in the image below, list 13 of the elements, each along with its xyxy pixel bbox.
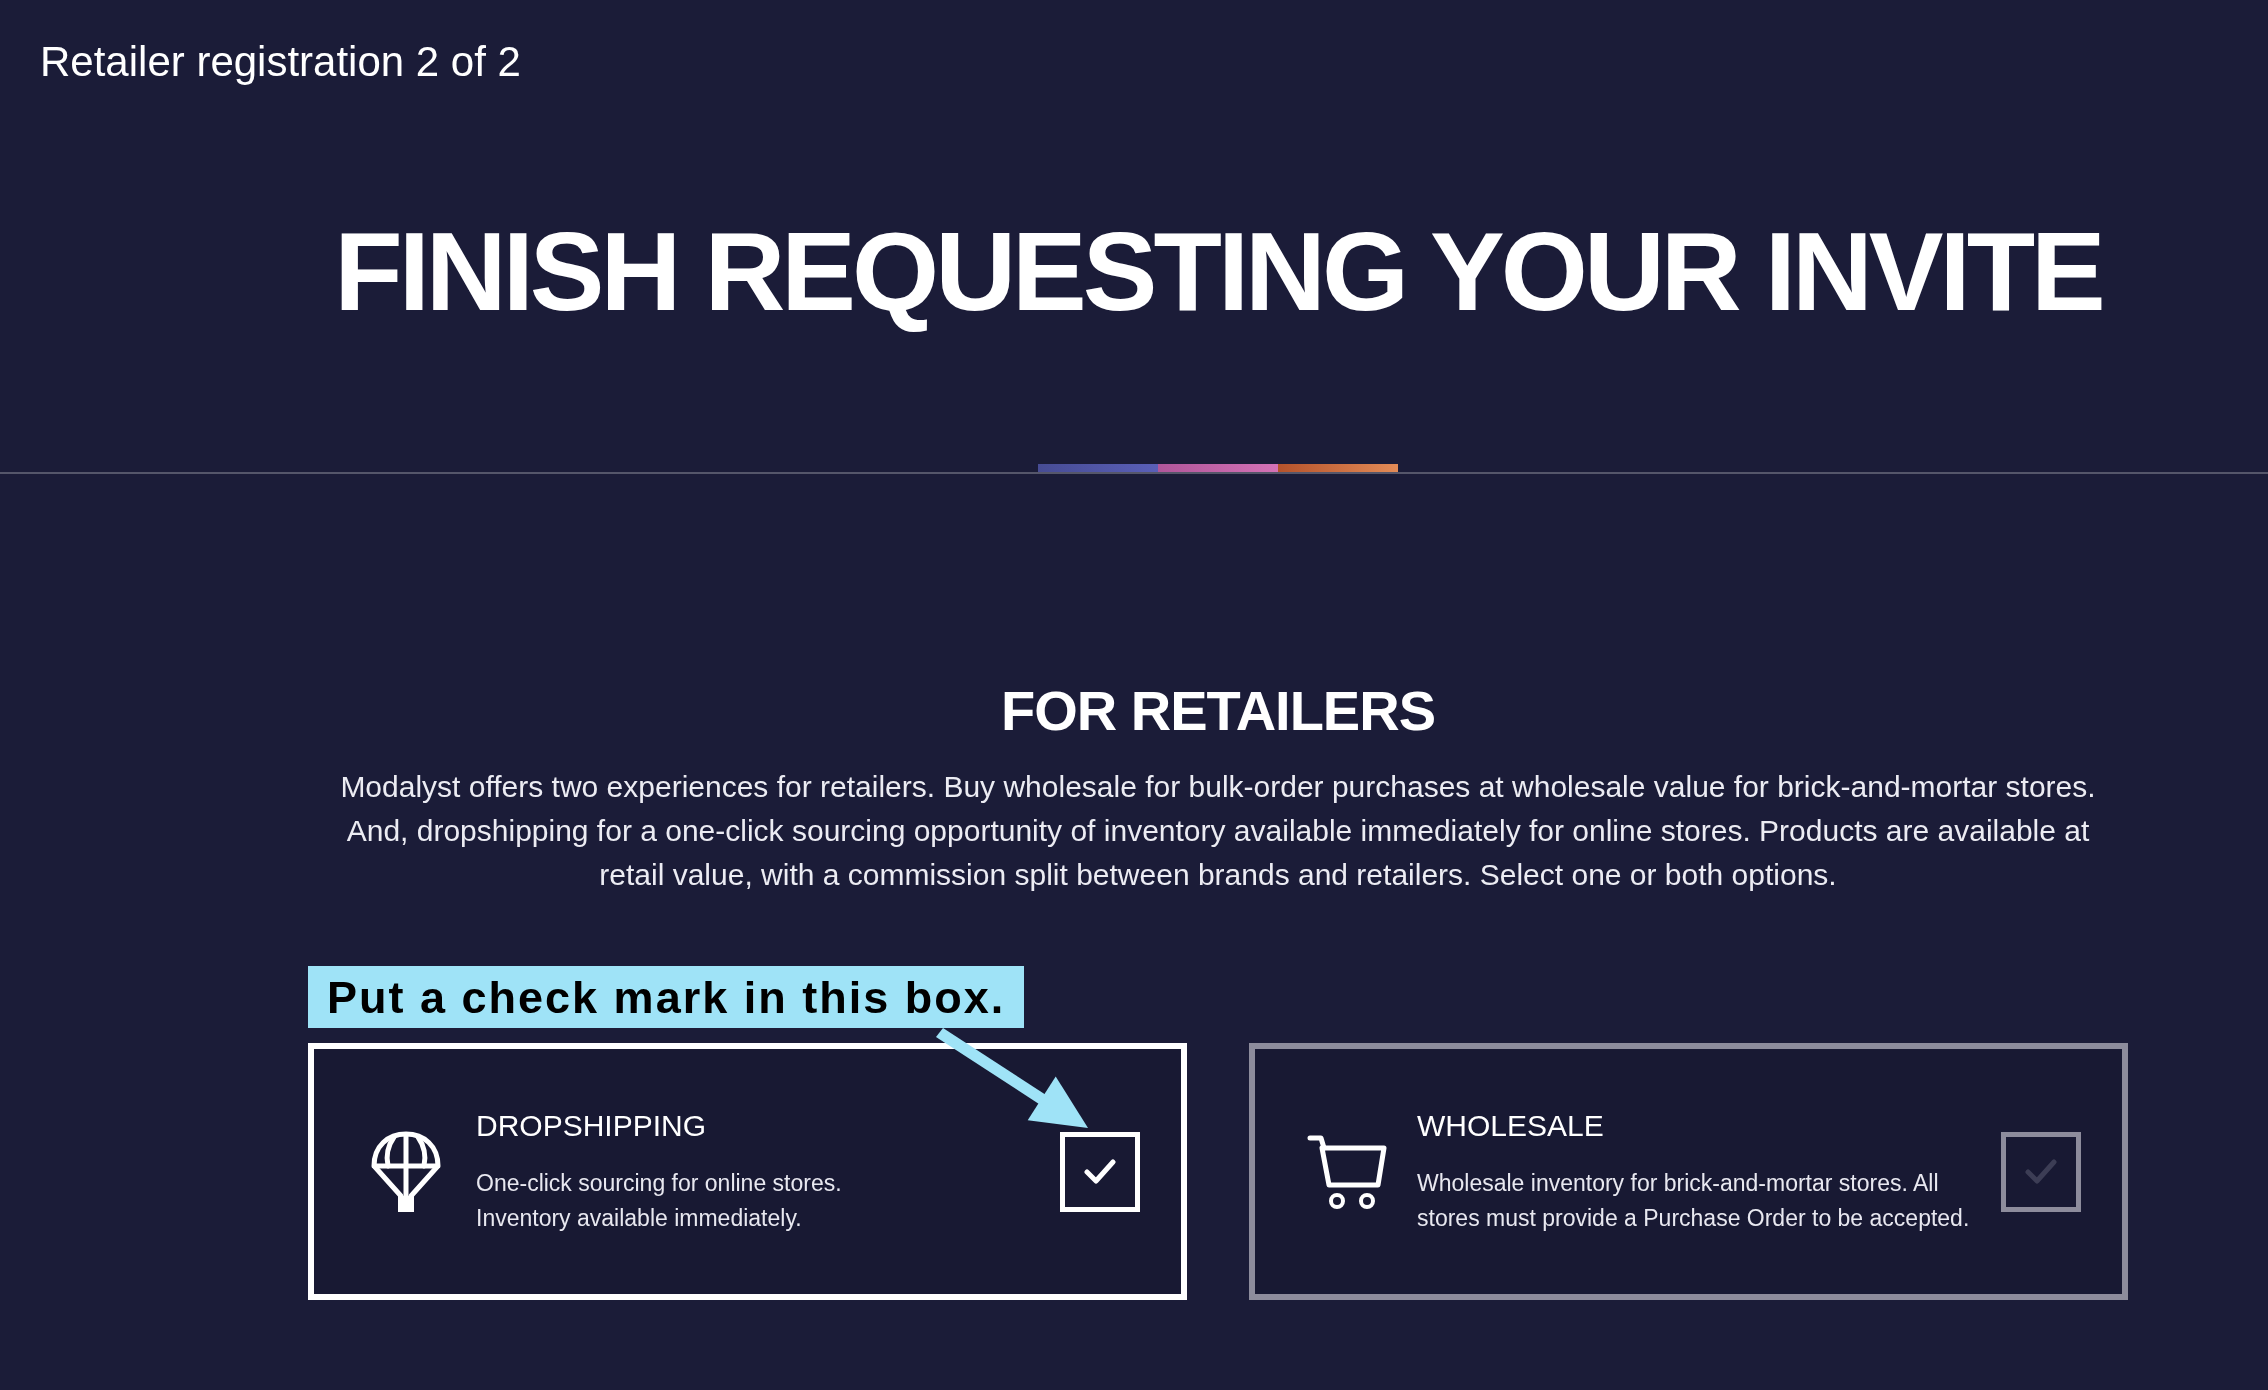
step-title: Retailer registration 2 of 2 [39, 37, 522, 87]
card-description: One-click sourcing for online stores. Inventory available immediately. [476, 1168, 843, 1233]
card-description: Wholesale inventory for brick-and-mortar stores. All stores must provide a Purchase Order to be accepted. [1417, 1168, 1971, 1233]
section-heading: FOR RETAILERS [1001, 683, 1435, 739]
option-card[interactable]: DROPSHIPPING One-click sourcing for online stores. Inventory available immediately. [308, 1043, 1187, 1300]
card-title: WHOLESALE [1417, 1107, 1605, 1144]
card-title: DROPSHIPPING [476, 1107, 708, 1144]
check-icon [1084, 1159, 1116, 1184]
check-icon [2025, 1159, 2057, 1184]
section-description: Modalyst offers two experiences for retailers. Buy wholesale for bulk-order purchases at wholesale value for brick-and-mortar stores. And, dropshipping for a one-click sourcing opportunity of inventory available immediately for online stores. Products are available at retail value, with a commission split between brands and retailers. Select one or both options. [339, 769, 2097, 893]
option-card[interactable]: WHOLESALE Wholesale inventory for brick-and-mortar stores. All stores must provide a Purchase Order to be accepted. [1249, 1043, 2128, 1300]
parachute-icon [370, 1129, 442, 1214]
checkbox[interactable] [2001, 1131, 2081, 1212]
